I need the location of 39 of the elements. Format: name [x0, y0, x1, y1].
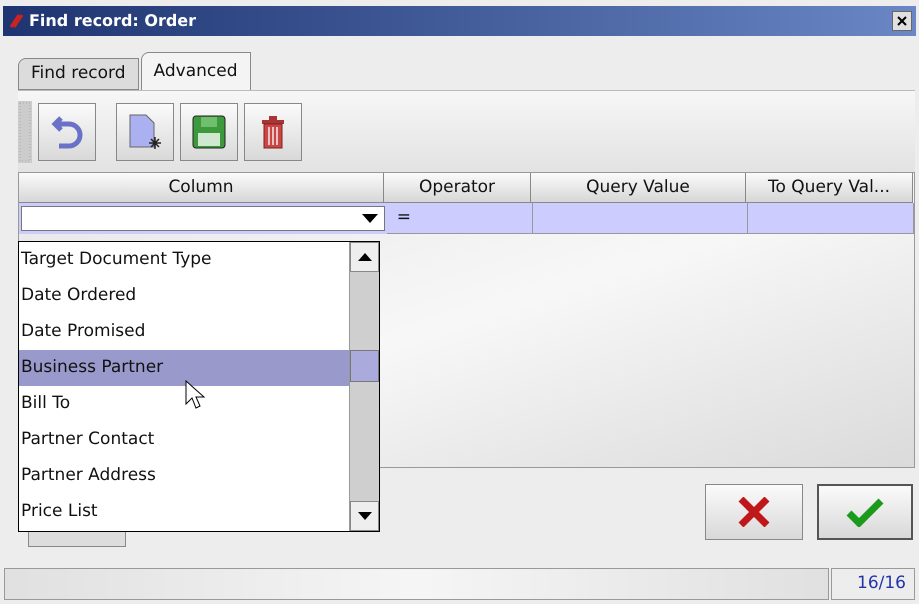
dropdown-item[interactable]: Target Document Type: [19, 242, 349, 278]
undo-button[interactable]: [38, 102, 96, 160]
record-count: 16/16: [831, 568, 915, 600]
undo-arrow-icon: [51, 114, 83, 150]
tab[interactable]: Advanced: [140, 52, 251, 90]
cross-icon: [737, 497, 771, 527]
window-title: Find record: Order: [29, 10, 196, 32]
dropdown-item[interactable]: Price List: [19, 494, 349, 530]
column-header: Operator: [384, 173, 531, 203]
scroll-thumb[interactable]: [350, 350, 379, 382]
cancel-button[interactable]: [705, 484, 803, 540]
checkmark-icon: [845, 497, 885, 527]
close-icon: [897, 16, 907, 26]
toolbar-grip-icon: [18, 100, 32, 162]
dropdown-item[interactable]: Partner Address: [19, 458, 349, 494]
dropdown-item[interactable]: Partner Contact: [19, 422, 349, 458]
trash-can-icon: [260, 114, 286, 150]
new-document-icon: [128, 112, 162, 150]
dropdown-item[interactable]: Date Ordered: [19, 278, 349, 314]
scroll-down-button[interactable]: [350, 501, 379, 531]
up-arrow-icon: [358, 253, 372, 261]
delete-button[interactable]: [244, 102, 302, 160]
table-cell: =: [386, 203, 534, 234]
down-arrow-icon: [358, 512, 372, 520]
new-record-button[interactable]: [116, 102, 174, 160]
logo-icon: [7, 12, 25, 30]
column-header: Query Value: [531, 173, 746, 203]
column-header: Column: [19, 173, 384, 203]
close-button[interactable]: [892, 11, 912, 31]
tab[interactable]: Find record: [18, 58, 139, 90]
ok-button[interactable]: [817, 484, 913, 540]
dropdown-arrow-icon: [362, 214, 378, 224]
column-header: To Query Val...: [746, 173, 913, 203]
dropdown-item[interactable]: Business Partner: [19, 350, 349, 386]
dropdown-item[interactable]: Date Promised: [19, 314, 349, 350]
scroll-up-button[interactable]: [350, 242, 379, 272]
column-combo-box[interactable]: [21, 206, 385, 231]
dropdown-item[interactable]: Bill To: [19, 386, 349, 422]
save-button[interactable]: [180, 102, 238, 160]
